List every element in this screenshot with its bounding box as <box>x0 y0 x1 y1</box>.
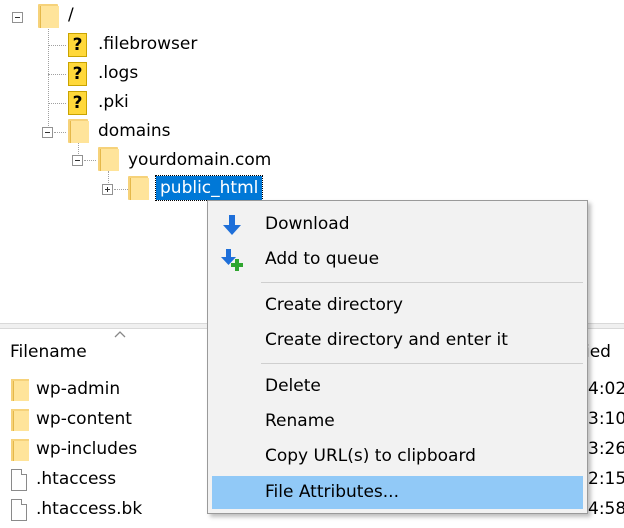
column-header-modified[interactable]: ied <box>585 329 611 375</box>
file-modified: 3:26: <box>588 439 624 459</box>
folder-icon <box>11 379 29 401</box>
menu-item-create-directory[interactable]: Create directory <box>212 289 583 322</box>
file-name: wp-content <box>36 409 132 429</box>
file-name: wp-admin <box>36 379 121 399</box>
menu-item-create-directory-enter-label: Create directory and enter it <box>265 330 508 350</box>
tree-connector <box>48 22 49 136</box>
tree-node-public-html[interactable]: public_html <box>154 175 264 201</box>
download-arrow-icon <box>223 215 241 235</box>
collapse-toggle-icon[interactable] <box>42 127 53 138</box>
tree-connector <box>48 74 66 75</box>
collapse-toggle-icon[interactable] <box>12 12 23 23</box>
menu-separator <box>261 363 583 364</box>
tree-connector <box>54 132 66 133</box>
context-menu: Download Add to queue Create directory C… <box>207 200 588 514</box>
collapse-toggle-icon[interactable] <box>72 155 83 166</box>
column-header-modified-label: ied <box>585 342 611 362</box>
tree-node-logs[interactable]: .logs <box>98 61 138 85</box>
menu-item-delete[interactable]: Delete <box>212 370 583 403</box>
folder-icon <box>68 119 89 143</box>
tree-connector <box>108 171 109 183</box>
menu-item-create-directory-enter[interactable]: Create directory and enter it <box>212 324 583 357</box>
tree-connector <box>84 160 96 161</box>
tree-node-pki[interactable]: .pki <box>98 90 129 114</box>
tree-node-domains[interactable]: domains <box>98 119 171 143</box>
menu-separator <box>261 282 583 283</box>
folder-icon <box>128 176 149 200</box>
add-to-queue-icon <box>221 249 243 271</box>
expand-toggle-icon[interactable] <box>102 184 113 195</box>
sort-ascending-icon[interactable] <box>114 330 126 338</box>
tree-connector <box>48 45 66 46</box>
file-name: wp-includes <box>36 439 138 459</box>
menu-item-download[interactable]: Download <box>212 208 583 241</box>
tree-node-filebrowser[interactable]: .filebrowser <box>98 32 197 56</box>
file-modified: 4:02: <box>588 379 624 399</box>
menu-item-rename-label: Rename <box>265 411 335 431</box>
file-name: .htaccess <box>36 469 117 489</box>
file-icon <box>11 469 27 491</box>
menu-item-copy-url-label: Copy URL(s) to clipboard <box>265 446 476 466</box>
menu-item-file-attributes-label: File Attributes... <box>265 482 399 502</box>
tree-node-root[interactable]: / <box>68 3 74 27</box>
menu-item-add-to-queue-label: Add to queue <box>265 249 380 269</box>
unknown-file-icon: ? <box>68 62 87 86</box>
folder-icon <box>38 4 59 28</box>
unknown-file-icon: ? <box>68 33 87 57</box>
folder-icon <box>11 439 29 461</box>
column-header-filename-label: Filename <box>10 342 87 362</box>
file-icon <box>11 499 27 521</box>
column-header-filename[interactable]: Filename <box>10 329 87 375</box>
menu-item-delete-label: Delete <box>265 376 321 396</box>
tree-node-yourdomain[interactable]: yourdomain.com <box>128 148 271 172</box>
menu-item-file-attributes[interactable]: File Attributes... <box>212 476 583 509</box>
menu-item-rename[interactable]: Rename <box>212 405 583 438</box>
tree-connector <box>48 103 66 104</box>
folder-icon <box>98 147 119 171</box>
file-modified: 4:58: <box>588 499 624 519</box>
file-modified: 2:15: <box>588 469 624 489</box>
unknown-file-icon: ? <box>68 91 87 115</box>
tree-connector <box>114 189 128 190</box>
menu-item-copy-url[interactable]: Copy URL(s) to clipboard <box>212 440 583 473</box>
file-name: .htaccess.bk <box>36 499 143 519</box>
menu-item-add-to-queue[interactable]: Add to queue <box>212 243 583 276</box>
menu-item-create-directory-label: Create directory <box>265 295 403 315</box>
file-modified: 3:10: <box>588 409 624 429</box>
folder-icon <box>11 409 29 431</box>
menu-item-download-label: Download <box>265 214 350 234</box>
